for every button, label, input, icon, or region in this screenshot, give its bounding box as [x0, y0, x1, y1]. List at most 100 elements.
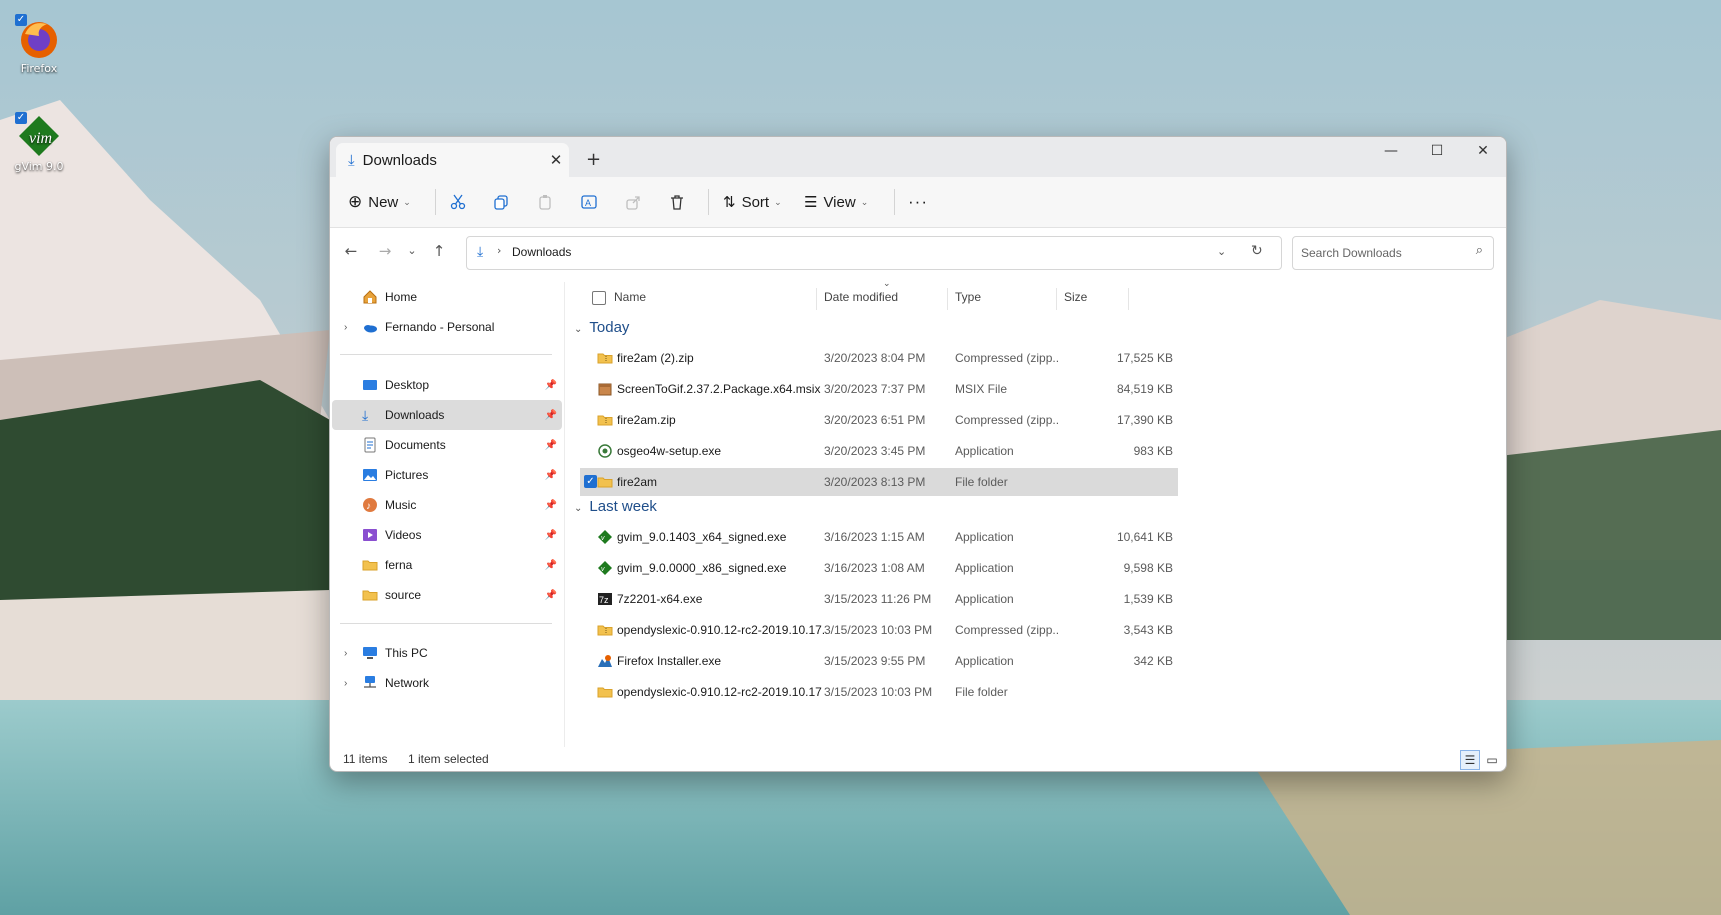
rename-button[interactable]: A	[581, 187, 599, 217]
sidebar-item-label: Fernando - Personal	[385, 320, 495, 334]
file-row[interactable]: v gvim_9.0.0000_x86_signed.exe 3/16/2023…	[580, 554, 1178, 582]
sidebar-item-label: Downloads	[385, 408, 445, 422]
tab-downloads[interactable]: ⤓ Downloads ✕	[336, 143, 569, 177]
sidebar-item-desktop[interactable]: Desktop 📌	[332, 370, 562, 400]
copy-button[interactable]	[493, 187, 509, 217]
file-type: Application	[955, 530, 1014, 544]
sidebar-item-home[interactable]: Home	[332, 282, 562, 312]
sidebar-item-onedrive[interactable]: › Fernando - Personal	[332, 312, 562, 342]
group-header-today[interactable]: ⌄ Today	[574, 319, 629, 336]
paste-button[interactable]	[537, 187, 553, 217]
minimize-button[interactable]: —	[1368, 137, 1414, 167]
address-dropdown-icon[interactable]: ⌄	[1217, 245, 1226, 258]
file-name: Firefox Installer.exe	[617, 654, 722, 668]
up-button[interactable]: ↑	[428, 240, 450, 262]
file-row[interactable]: opendyslexic-0.910.12-rc2-2019.10.17 3/1…	[580, 678, 1178, 706]
sort-label: Sort	[741, 193, 770, 211]
view-button[interactable]: ☰ View ⌄	[804, 187, 868, 217]
sidebar-item-label: ferna	[385, 558, 413, 572]
file-row[interactable]: fire2am.zip 3/20/2023 6:51 PM Compressed…	[580, 406, 1178, 434]
cut-button[interactable]	[450, 187, 466, 217]
zip-folder-icon	[597, 350, 613, 366]
file-row[interactable]: opendyslexic-0.910.12-rc2-2019.10.17....…	[580, 616, 1178, 644]
select-all-checkbox[interactable]	[592, 291, 606, 305]
sidebar-item-network[interactable]: › Network	[332, 668, 562, 698]
folder-icon	[597, 684, 613, 700]
search-icon: ⌕	[1475, 243, 1483, 258]
download-arrow-icon: ⤓	[477, 244, 484, 260]
folder-icon	[362, 557, 378, 573]
file-row[interactable]: fire2am (2).zip 3/20/2023 8:04 PM Compre…	[580, 344, 1178, 372]
desktop-icon-label: Firefox	[20, 62, 58, 75]
new-button[interactable]: ⊕ New ⌄	[348, 187, 411, 217]
chevron-down-icon: ⌄	[774, 196, 782, 207]
chevron-right-icon[interactable]: ›	[344, 322, 347, 333]
chevron-right-icon[interactable]: ›	[344, 648, 347, 659]
title-bar: ⤓ Downloads ✕ + — ☐ ✕	[330, 137, 1506, 177]
desktop-icon-gvim[interactable]: vim ✓ gVim 9.0	[4, 112, 74, 173]
refresh-icon[interactable]: ↻	[1251, 243, 1263, 259]
file-row[interactable]: Firefox Installer.exe 3/15/2023 9:55 PM …	[580, 647, 1178, 675]
address-bar[interactable]: ⤓ › Downloads ⌄ ↻	[466, 236, 1282, 270]
osgeo-icon	[597, 443, 613, 459]
view-label: View	[823, 193, 856, 211]
file-date: 3/20/2023 8:13 PM	[824, 475, 926, 489]
large-icons-view-button[interactable]: ▭	[1482, 750, 1502, 770]
view-lines-icon: ☰	[804, 194, 818, 211]
delete-button[interactable]	[669, 187, 685, 217]
sidebar-item-label: Documents	[385, 438, 446, 452]
plus-circle-icon: ⊕	[348, 192, 363, 211]
file-row-selected[interactable]: ✓ fire2am 3/20/2023 8:13 PM File folder	[580, 468, 1178, 496]
sidebar-item-videos[interactable]: Videos 📌	[332, 520, 562, 550]
sidebar-item-this-pc[interactable]: › This PC	[332, 638, 562, 668]
sidebar-item-label: Home	[385, 290, 418, 304]
column-header-type[interactable]: Type	[955, 282, 981, 312]
group-header-last-week[interactable]: ⌄ Last week	[574, 498, 657, 515]
zip-folder-icon	[597, 412, 613, 428]
file-row[interactable]: v gvim_9.0.1403_x64_signed.exe 3/16/2023…	[580, 523, 1178, 551]
close-tab-button[interactable]: ✕	[543, 151, 569, 169]
sidebar-item-pictures[interactable]: Pictures 📌	[332, 460, 562, 490]
close-window-button[interactable]: ✕	[1460, 137, 1506, 167]
recent-locations-button[interactable]: ⌄	[401, 240, 423, 262]
search-box[interactable]: Search Downloads ⌕	[1292, 236, 1494, 270]
back-button[interactable]: ←	[340, 240, 362, 262]
new-tab-button[interactable]: +	[586, 149, 601, 170]
maximize-button[interactable]: ☐	[1414, 137, 1460, 167]
file-row[interactable]: ScreenToGif.2.37.2.Package.x64.msix 3/20…	[580, 375, 1178, 403]
pin-icon: 📌	[544, 409, 557, 421]
details-view-button[interactable]: ☰	[1460, 750, 1480, 770]
sort-icon: ⇅	[723, 194, 736, 211]
details-view-icon: ☰	[1464, 753, 1476, 767]
forward-button[interactable]: →	[374, 240, 396, 262]
sidebar-item-ferna[interactable]: ferna 📌	[332, 550, 562, 580]
file-explorer-window: ⤓ Downloads ✕ + — ☐ ✕ ⊕ New ⌄ A ⇅ Sort ⌄…	[329, 136, 1507, 772]
package-icon	[597, 381, 613, 397]
desktop-icon-label: gVim 9.0	[14, 160, 64, 173]
sidebar-item-music[interactable]: ♪ Music 📌	[332, 490, 562, 520]
row-checkbox[interactable]: ✓	[584, 475, 597, 488]
file-row[interactable]: 7z 7z2201-x64.exe 3/15/2023 11:26 PM App…	[580, 585, 1178, 613]
column-header-size[interactable]: Size	[1064, 282, 1087, 312]
desktop-icon-firefox[interactable]: ✓ Firefox	[4, 14, 74, 75]
sidebar-item-label: This PC	[385, 646, 428, 660]
search-placeholder: Search Downloads	[1301, 246, 1402, 260]
sort-button[interactable]: ⇅ Sort ⌄	[723, 187, 782, 217]
chevron-right-icon[interactable]: ›	[344, 678, 347, 689]
firefox-installer-icon	[597, 653, 613, 669]
share-button[interactable]	[625, 187, 641, 217]
sidebar-item-documents[interactable]: Documents 📌	[332, 430, 562, 460]
gvim-icon: vim ✓	[15, 112, 61, 158]
svg-text:v: v	[601, 566, 605, 573]
breadcrumb-downloads[interactable]: Downloads	[512, 245, 571, 259]
folder-icon	[597, 474, 613, 490]
more-options-button[interactable]: ···	[908, 187, 928, 217]
sidebar-item-label: Network	[385, 676, 430, 690]
file-row[interactable]: osgeo4w-setup.exe 3/20/2023 3:45 PM Appl…	[580, 437, 1178, 465]
file-type: Compressed (zipp...	[955, 413, 1060, 427]
sidebar-item-source[interactable]: source 📌	[332, 580, 562, 610]
music-folder-icon: ♪	[362, 497, 378, 513]
column-header-name[interactable]: Name	[614, 282, 646, 312]
sidebar-item-downloads[interactable]: ⤓ Downloads 📌	[332, 400, 562, 430]
zip-folder-icon	[597, 622, 613, 638]
